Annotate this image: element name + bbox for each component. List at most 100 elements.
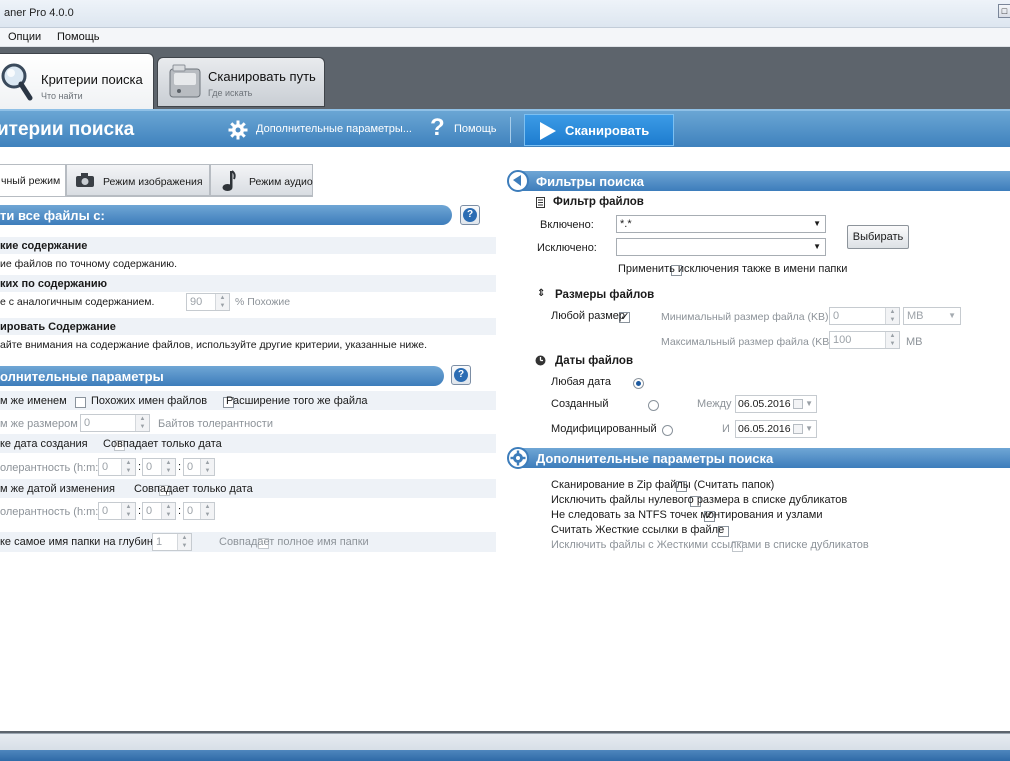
stepper-arrows-icon[interactable]: ▲ ▼ (121, 503, 135, 519)
same-size-label[interactable]: м же размером (0, 418, 78, 430)
chevron-down-icon[interactable]: ▼ (813, 242, 821, 251)
tab-label: Режим аудио (249, 176, 313, 188)
section-filters: Фильтры поиска (518, 171, 1010, 191)
minutes-stepper[interactable]: 0 ▲ ▼ (142, 502, 176, 520)
tab-label: Режим изображения (103, 176, 203, 188)
stepper-arrows-icon[interactable]: ▲ ▼ (177, 534, 191, 550)
file-sizes-title: Размеры файлов (555, 289, 655, 301)
section-title: Фильтры поиска (536, 174, 644, 189)
similarity-stepper[interactable]: 90 ▲ ▼ (186, 293, 230, 311)
stepper-value: 0 (146, 461, 153, 473)
stepper-arrows-icon[interactable]: ▲ ▼ (161, 503, 175, 519)
help-button[interactable]: ? (460, 205, 480, 225)
stepper-arrows-icon[interactable]: ▲ ▼ (885, 332, 899, 348)
exact-content-title[interactable]: кие содержание (0, 240, 87, 252)
stepper-arrows-icon[interactable]: ▲ ▼ (215, 294, 229, 310)
min-size-stepper[interactable]: 0 ▲ ▼ (829, 307, 900, 325)
seconds-stepper[interactable]: 0 ▲ ▼ (183, 502, 215, 520)
page-title: итерии поиска (0, 119, 135, 140)
section-title: Дополнительные параметры поиска (536, 451, 774, 466)
help-link[interactable]: Помощь (454, 123, 497, 135)
question-icon[interactable]: ? (430, 114, 445, 142)
stepper-arrows-icon[interactable]: ▲ ▼ (161, 459, 175, 475)
creation-date-label[interactable]: ке дата создания (0, 438, 88, 450)
stepper-arrows-icon[interactable]: ▲ ▼ (885, 308, 899, 324)
hours-stepper[interactable]: 0 ▲ ▼ (98, 502, 136, 520)
chevron-down-icon[interactable]: ▼ (948, 311, 956, 320)
same-name-label[interactable]: м же именем (0, 395, 67, 407)
help-button[interactable]: ? (451, 365, 471, 385)
chevron-down-icon[interactable]: ▼ (813, 219, 821, 228)
size-unit-combo[interactable]: MB ▼ (903, 307, 961, 325)
date-to-picker[interactable]: 06.05.2016 ▼ (735, 420, 817, 438)
exclude-combo[interactable]: ▼ (616, 238, 826, 256)
menu-help[interactable]: Помощь (57, 31, 100, 43)
stepper-arrows-icon[interactable]: ▲ ▼ (135, 415, 149, 431)
tab-scan-path[interactable]: Сканировать путь Где искать (157, 57, 325, 107)
ntfs-label: Не следовать за NTFS точек монтирования … (551, 509, 823, 521)
include-label: Включено: (540, 219, 594, 231)
modified-radio[interactable] (661, 424, 673, 436)
zero-size-label: Исключить файлы нулевого размера в списк… (551, 494, 848, 506)
zip-scan-label: Сканирование в Zip файлы (Считать папок) (551, 479, 775, 491)
stepper-value: 0 (102, 461, 109, 473)
hardlinks-label: Считать Жесткие ссылки в файле (551, 524, 725, 536)
advanced-params-link[interactable]: Дополнительные параметры... (256, 123, 412, 135)
exclude-label: Исключено: (537, 242, 597, 254)
calendar-icon[interactable] (793, 424, 803, 434)
any-date-label: Любая дата (551, 376, 611, 388)
date-from-picker[interactable]: 06.05.2016 ▼ (735, 395, 817, 413)
folder-depth-label[interactable]: ке самое имя папки на глубину (0, 536, 158, 548)
stepper-value: 0 (102, 505, 109, 517)
tab-image-mode[interactable]: Режим изображения (66, 164, 210, 196)
tolerance-label: олерантность (h:m:s) (0, 462, 108, 474)
mod-date-label[interactable]: м же датой изменения (0, 483, 115, 495)
section-find-files: ти все файлы с: (0, 205, 452, 225)
include-combo[interactable]: *.* ▼ (616, 215, 826, 233)
stepper-value: 0 (84, 417, 91, 429)
menu-options[interactable]: Опции (8, 31, 41, 43)
tab-search-criteria[interactable]: Критерии поиска Что найти (0, 53, 154, 109)
any-size-label: Любой размер (551, 310, 626, 322)
similar-names-checkbox[interactable] (75, 396, 86, 408)
similar-content-title[interactable]: ких по содержанию (0, 278, 107, 290)
similar-content-desc: е с аналогичным содержанием. (0, 296, 155, 308)
taskbar (0, 750, 1010, 761)
chevron-down-icon[interactable]: ▼ (805, 424, 813, 433)
tab-subtitle: Что найти (41, 91, 83, 101)
stepper-arrows-icon[interactable]: ▲ ▼ (200, 459, 214, 475)
stepper-value: 0 (833, 310, 840, 322)
tab-title: Сканировать путь (208, 69, 316, 84)
size-tolerance-stepper[interactable]: 0 ▲ ▼ (80, 414, 150, 432)
gear-icon[interactable] (228, 120, 248, 140)
max-size-stepper[interactable]: 100 ▲ ▼ (829, 331, 900, 349)
tab-audio-mode[interactable]: Режим аудио (210, 164, 313, 196)
window-title: aner Pro 4.0.0 (4, 7, 74, 19)
main-tab-strip: Критерии поиска Что найти Сканировать пу… (0, 47, 1010, 109)
size-tolerance-label: Байтов толерантности (158, 418, 273, 430)
created-radio[interactable] (647, 399, 659, 411)
any-date-radio[interactable] (633, 377, 645, 389)
stepper-arrows-icon[interactable]: ▲ ▼ (121, 459, 135, 475)
combo-value: *.* (620, 218, 632, 230)
music-note-icon (222, 170, 236, 191)
minutes-stepper[interactable]: 0 ▲ ▼ (142, 458, 176, 476)
stepper-arrows-icon[interactable]: ▲ ▼ (200, 503, 214, 519)
ignore-content-title[interactable]: ировать Содержание (0, 321, 116, 333)
divider (0, 196, 313, 197)
scan-button[interactable]: Сканировать (524, 114, 674, 146)
section-title: ти все файлы с: (0, 208, 105, 223)
tab-standard-mode[interactable]: чный режим (0, 164, 66, 197)
calendar-icon[interactable] (793, 399, 803, 409)
stepper-value: 1 (156, 536, 163, 548)
chevron-down-icon[interactable]: ▼ (805, 399, 813, 408)
divider (510, 117, 511, 143)
seconds-stepper[interactable]: 0 ▲ ▼ (183, 458, 215, 476)
exact-content-desc: ие файлов по точному содержанию. (0, 258, 178, 270)
select-button[interactable]: Выбирать (847, 225, 909, 249)
maximize-button[interactable]: □ (998, 4, 1010, 18)
hours-stepper[interactable]: 0 ▲ ▼ (98, 458, 136, 476)
stepper-value: 0 (187, 461, 194, 473)
drive-icon (169, 64, 201, 98)
depth-stepper[interactable]: 1 ▲ ▼ (152, 533, 192, 551)
